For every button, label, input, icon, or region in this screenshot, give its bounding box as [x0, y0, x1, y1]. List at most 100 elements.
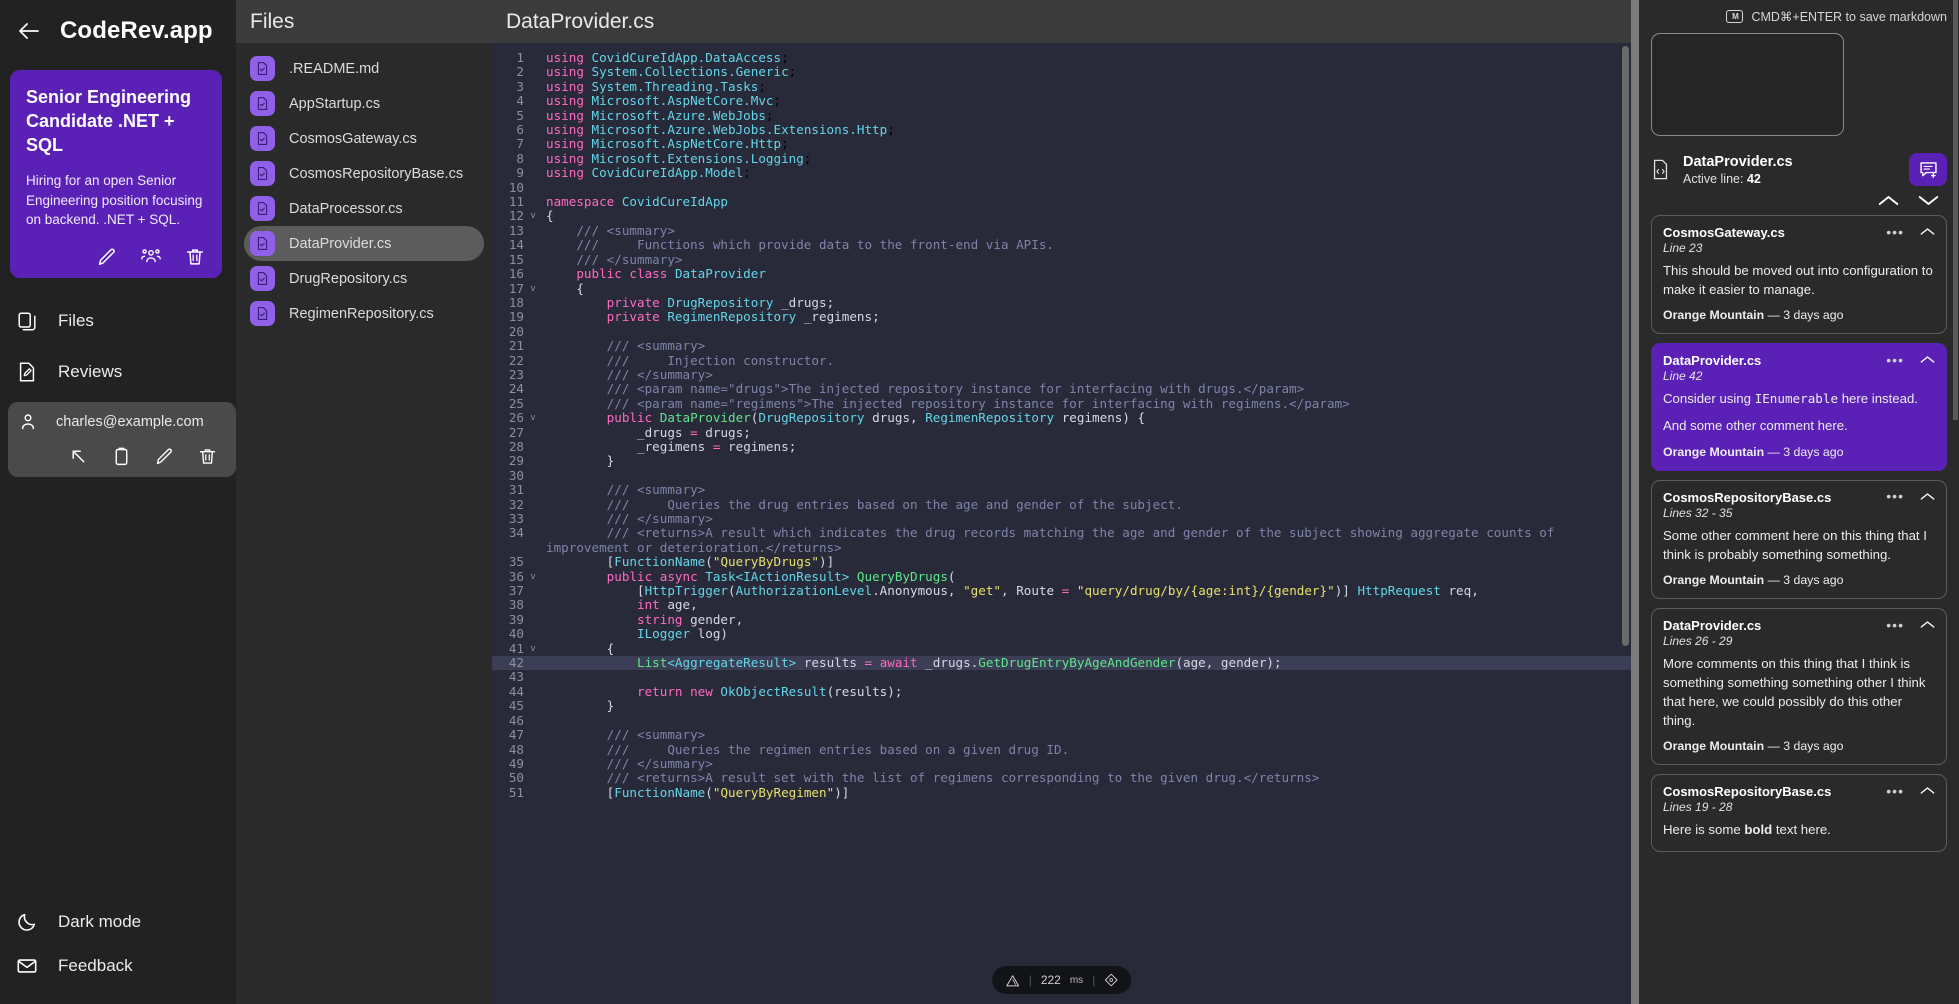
fold-toggle[interactable]: [528, 426, 538, 440]
code-line[interactable]: 21 /// <summary>: [492, 338, 1631, 353]
code-line[interactable]: 17 v {: [492, 281, 1631, 296]
fold-toggle[interactable]: [528, 526, 538, 555]
code-line[interactable]: 7 using Microsoft.AspNetCore.Http;: [492, 137, 1631, 152]
file-list-item[interactable]: AppStartup.cs: [244, 86, 484, 121]
code-line[interactable]: 26 v public DataProvider(DrugRepository d…: [492, 410, 1631, 425]
fold-toggle[interactable]: v: [528, 209, 538, 223]
code-line[interactable]: 5 using Microsoft.Azure.WebJobs;: [492, 108, 1631, 123]
fold-toggle[interactable]: [528, 224, 538, 238]
fold-toggle[interactable]: [528, 469, 538, 483]
fold-toggle[interactable]: [528, 109, 538, 123]
fold-toggle[interactable]: [528, 598, 538, 612]
code-line[interactable]: 8 using Microsoft.Extensions.Logging;: [492, 151, 1631, 166]
file-list-item[interactable]: DrugRepository.cs: [244, 261, 484, 296]
fold-toggle[interactable]: [528, 728, 538, 742]
sidebar-item-reviews[interactable]: Reviews: [0, 347, 236, 398]
code-line[interactable]: 11 namespace CovidCureIdApp: [492, 194, 1631, 209]
file-list-item[interactable]: RegimenRepository.cs: [244, 296, 484, 331]
chevron-up-icon[interactable]: [1878, 194, 1899, 207]
pencil-icon[interactable]: [96, 246, 118, 268]
code-line[interactable]: 48 /// Queries the regimen entries based…: [492, 742, 1631, 757]
trash-icon[interactable]: [184, 246, 206, 268]
panel-resize-handle[interactable]: [1631, 0, 1639, 1004]
code-line[interactable]: 41 v {: [492, 641, 1631, 656]
fold-toggle[interactable]: [528, 685, 538, 699]
target-icon[interactable]: [1104, 973, 1118, 987]
arrow-up-left-icon[interactable]: [68, 446, 89, 467]
comment-collapse-icon[interactable]: [1920, 786, 1935, 795]
fold-toggle[interactable]: [528, 368, 538, 382]
fold-toggle[interactable]: [528, 714, 538, 728]
code-line[interactable]: 10: [492, 180, 1631, 195]
code-line[interactable]: 9 using CovidCureIdApp.Model;: [492, 165, 1631, 180]
code-line[interactable]: 18 private DrugRepository _drugs;: [492, 295, 1631, 310]
code-line[interactable]: 27 _drugs = drugs;: [492, 425, 1631, 440]
fold-toggle[interactable]: [528, 771, 538, 785]
code-line[interactable]: 15 /// </summary>: [492, 252, 1631, 267]
code-line[interactable]: 12 v {: [492, 209, 1631, 224]
file-list-item[interactable]: DataProcessor.cs: [244, 191, 484, 226]
code-line[interactable]: 42 List<AggregateResult> results = await…: [492, 655, 1631, 671]
fold-toggle[interactable]: [528, 786, 538, 800]
fold-toggle[interactable]: [528, 80, 538, 94]
code-line[interactable]: 14 /// Functions which provide data to t…: [492, 237, 1631, 252]
fold-toggle[interactable]: v: [528, 642, 538, 656]
fold-toggle[interactable]: [528, 498, 538, 512]
comment-card[interactable]: DataProvider.cs Line 42 ••• Consider using …: [1651, 343, 1947, 471]
comment-card[interactable]: DataProvider.cs Lines 26 - 29 ••• More comm…: [1651, 608, 1947, 766]
code-line[interactable]: 1 using CovidCureIdApp.DataAccess;: [492, 50, 1631, 65]
fold-toggle[interactable]: [528, 123, 538, 137]
fold-toggle[interactable]: [528, 454, 538, 468]
fold-toggle[interactable]: [528, 267, 538, 281]
code-line[interactable]: 24 /// <param name="drugs">The injected …: [492, 381, 1631, 396]
code-line[interactable]: 25 /// <param name="regimens">The inject…: [492, 396, 1631, 411]
code-line[interactable]: 16 public class DataProvider: [492, 266, 1631, 281]
comment-collapse-icon[interactable]: [1920, 227, 1935, 236]
code-line[interactable]: 40 ILogger log): [492, 626, 1631, 641]
fold-toggle[interactable]: [528, 397, 538, 411]
people-icon[interactable]: [140, 246, 162, 268]
code-viewer[interactable]: 1 using CovidCureIdApp.DataAccess; 2 using …: [492, 43, 1631, 1004]
file-list-item[interactable]: CosmosGateway.cs: [244, 121, 484, 156]
fold-toggle[interactable]: [528, 512, 538, 526]
sidebar-item-dark-mode[interactable]: Dark mode: [0, 900, 236, 944]
code-line[interactable]: 47 /// <summary>: [492, 727, 1631, 742]
code-line[interactable]: 45 }: [492, 698, 1631, 713]
fold-toggle[interactable]: v: [528, 570, 538, 584]
fold-toggle[interactable]: [528, 555, 538, 569]
code-scrollbar[interactable]: [1622, 46, 1629, 646]
fold-toggle[interactable]: [528, 195, 538, 209]
fold-toggle[interactable]: [528, 613, 538, 627]
job-card[interactable]: Senior Engineering Candidate .NET + SQL …: [10, 70, 222, 278]
sidebar-item-feedback[interactable]: Feedback: [0, 944, 236, 988]
code-line[interactable]: 37 [HttpTrigger(AuthorizationLevel.Anony…: [492, 583, 1631, 598]
pencil-icon[interactable]: [154, 446, 175, 467]
fold-toggle[interactable]: [528, 382, 538, 396]
code-line[interactable]: 51 [FunctionName("QueryByRegimen")]: [492, 785, 1631, 800]
file-list-item[interactable]: CosmosRepositoryBase.cs: [244, 156, 484, 191]
comment-editor[interactable]: [1651, 33, 1844, 136]
comment-more-icon[interactable]: •••: [1886, 353, 1904, 367]
code-line[interactable]: 44 return new OkObjectResult(results);: [492, 684, 1631, 699]
code-line[interactable]: 2 using System.Collections.Generic;: [492, 64, 1631, 79]
code-line[interactable]: 6 using Microsoft.Azure.WebJobs.Extension…: [492, 122, 1631, 137]
code-line[interactable]: 35 [FunctionName("QueryByDrugs")]: [492, 554, 1631, 569]
comment-card[interactable]: CosmosRepositoryBase.cs Lines 32 - 35 ••• S…: [1651, 479, 1947, 600]
code-line[interactable]: 43: [492, 670, 1631, 685]
code-line[interactable]: 31 /// <summary>: [492, 482, 1631, 497]
code-line[interactable]: 39 string gender,: [492, 612, 1631, 627]
code-line[interactable]: 34 /// <returns>A result which indicates…: [492, 526, 1631, 555]
comment-more-icon[interactable]: •••: [1886, 784, 1904, 798]
fold-toggle[interactable]: v: [528, 282, 538, 296]
code-line[interactable]: 49 /// </summary>: [492, 756, 1631, 771]
code-line[interactable]: 3 using System.Threading.Tasks;: [492, 79, 1631, 94]
fold-toggle[interactable]: [528, 238, 538, 252]
fold-toggle[interactable]: [528, 339, 538, 353]
comments-scrollbar[interactable]: [1953, 0, 1958, 420]
sidebar-item-files[interactable]: Files: [0, 296, 236, 347]
fold-toggle[interactable]: [528, 181, 538, 195]
fold-toggle[interactable]: [528, 296, 538, 310]
fold-toggle[interactable]: [528, 656, 538, 670]
code-line[interactable]: 22 /// Injection constructor.: [492, 353, 1631, 368]
comment-card[interactable]: CosmosRepositoryBase.cs Lines 19 - 28 ••• H…: [1651, 774, 1947, 853]
